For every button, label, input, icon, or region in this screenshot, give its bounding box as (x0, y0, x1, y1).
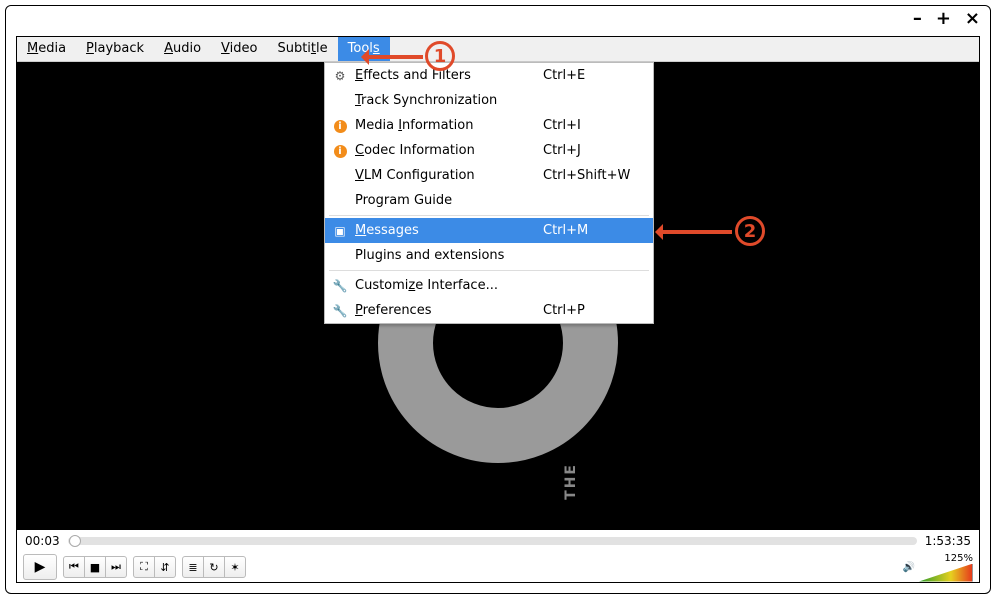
tools-media-info[interactable]: i Media Information Ctrl+I (325, 113, 653, 138)
tools-messages[interactable]: ▣ Messages Ctrl+M (325, 218, 653, 243)
tools-effects[interactable]: ⚙ Effects and Filters Ctrl+E (325, 63, 653, 88)
menu-playback[interactable]: Playback (76, 37, 154, 61)
play-button[interactable]: ▶ (23, 554, 57, 580)
seek-knob[interactable] (69, 535, 81, 547)
seek-slider[interactable] (68, 537, 917, 545)
tools-dropdown: ⚙ Effects and Filters Ctrl+E Track Synch… (324, 62, 654, 324)
speaker-icon[interactable]: 🔊 (903, 562, 915, 573)
menu-separator (329, 270, 649, 271)
annotation-arrow-2 (657, 230, 732, 234)
menu-media[interactable]: Media (17, 37, 76, 61)
tools-vlm-config[interactable]: VLM Configuration Ctrl+Shift+W (325, 163, 653, 188)
app-window: – + × Media Playback Audio Video Subtitl… (5, 5, 991, 594)
tools-track-sync[interactable]: Track Synchronization (325, 88, 653, 113)
video-watermark: THE (563, 463, 579, 500)
shortcut-label: Ctrl+E (543, 68, 643, 83)
time-total: 1:53:35 (925, 534, 971, 548)
tools-preferences[interactable]: 🔧 Preferences Ctrl+P (325, 298, 653, 323)
shuffle-button[interactable]: ✶ (224, 556, 246, 578)
tools-program-guide[interactable]: Program Guide (325, 188, 653, 213)
menu-video[interactable]: Video (211, 37, 267, 61)
close-button[interactable]: × (965, 10, 980, 28)
next-button[interactable]: ⏭ (105, 556, 127, 578)
stop-button[interactable]: ■ (84, 556, 106, 578)
volume-control[interactable]: 🔊 125% (903, 553, 973, 582)
controls-row: ▶ ⏮ ■ ⏭ ⛶ ⇵ ≣ ↻ ✶ 🔊 125% (17, 552, 979, 582)
menu-separator (329, 215, 649, 216)
time-elapsed: 00:03 (25, 534, 60, 548)
tools-customize[interactable]: 🔧 Customize Interface... (325, 273, 653, 298)
info-icon: i (334, 145, 347, 158)
terminal-icon: ▣ (331, 224, 349, 238)
volume-percent: 125% (944, 553, 973, 564)
annotation-badge-2: 2 (735, 216, 765, 246)
prev-button[interactable]: ⏮ (63, 556, 85, 578)
info-icon: i (334, 120, 347, 133)
wrench-icon: 🔧 (331, 304, 349, 318)
annotation-badge-1: 1 (425, 41, 455, 71)
menu-audio[interactable]: Audio (154, 37, 211, 61)
maximize-button[interactable]: + (936, 10, 951, 28)
titlebar: – + × (6, 6, 990, 36)
volume-slider[interactable] (919, 564, 973, 582)
menu-subtitle[interactable]: Subtitle (267, 37, 337, 61)
fullscreen-button[interactable]: ⛶ (133, 556, 155, 578)
playlist-button[interactable]: ≣ (182, 556, 204, 578)
minimize-button[interactable]: – (913, 10, 922, 28)
sliders-icon: ⚙ (331, 69, 349, 83)
inner-frame: Media Playback Audio Video Subtitle Tool… (16, 36, 980, 583)
wrench-icon: 🔧 (331, 279, 349, 293)
menubar: Media Playback Audio Video Subtitle Tool… (17, 37, 979, 62)
loop-button[interactable]: ↻ (203, 556, 225, 578)
tools-plugins[interactable]: Plugins and extensions (325, 243, 653, 268)
tools-codec-info[interactable]: i Codec Information Ctrl+J (325, 138, 653, 163)
extended-settings-button[interactable]: ⇵ (154, 556, 176, 578)
annotation-arrow-1 (363, 55, 423, 59)
seek-row: 00:03 1:53:35 (17, 530, 979, 552)
